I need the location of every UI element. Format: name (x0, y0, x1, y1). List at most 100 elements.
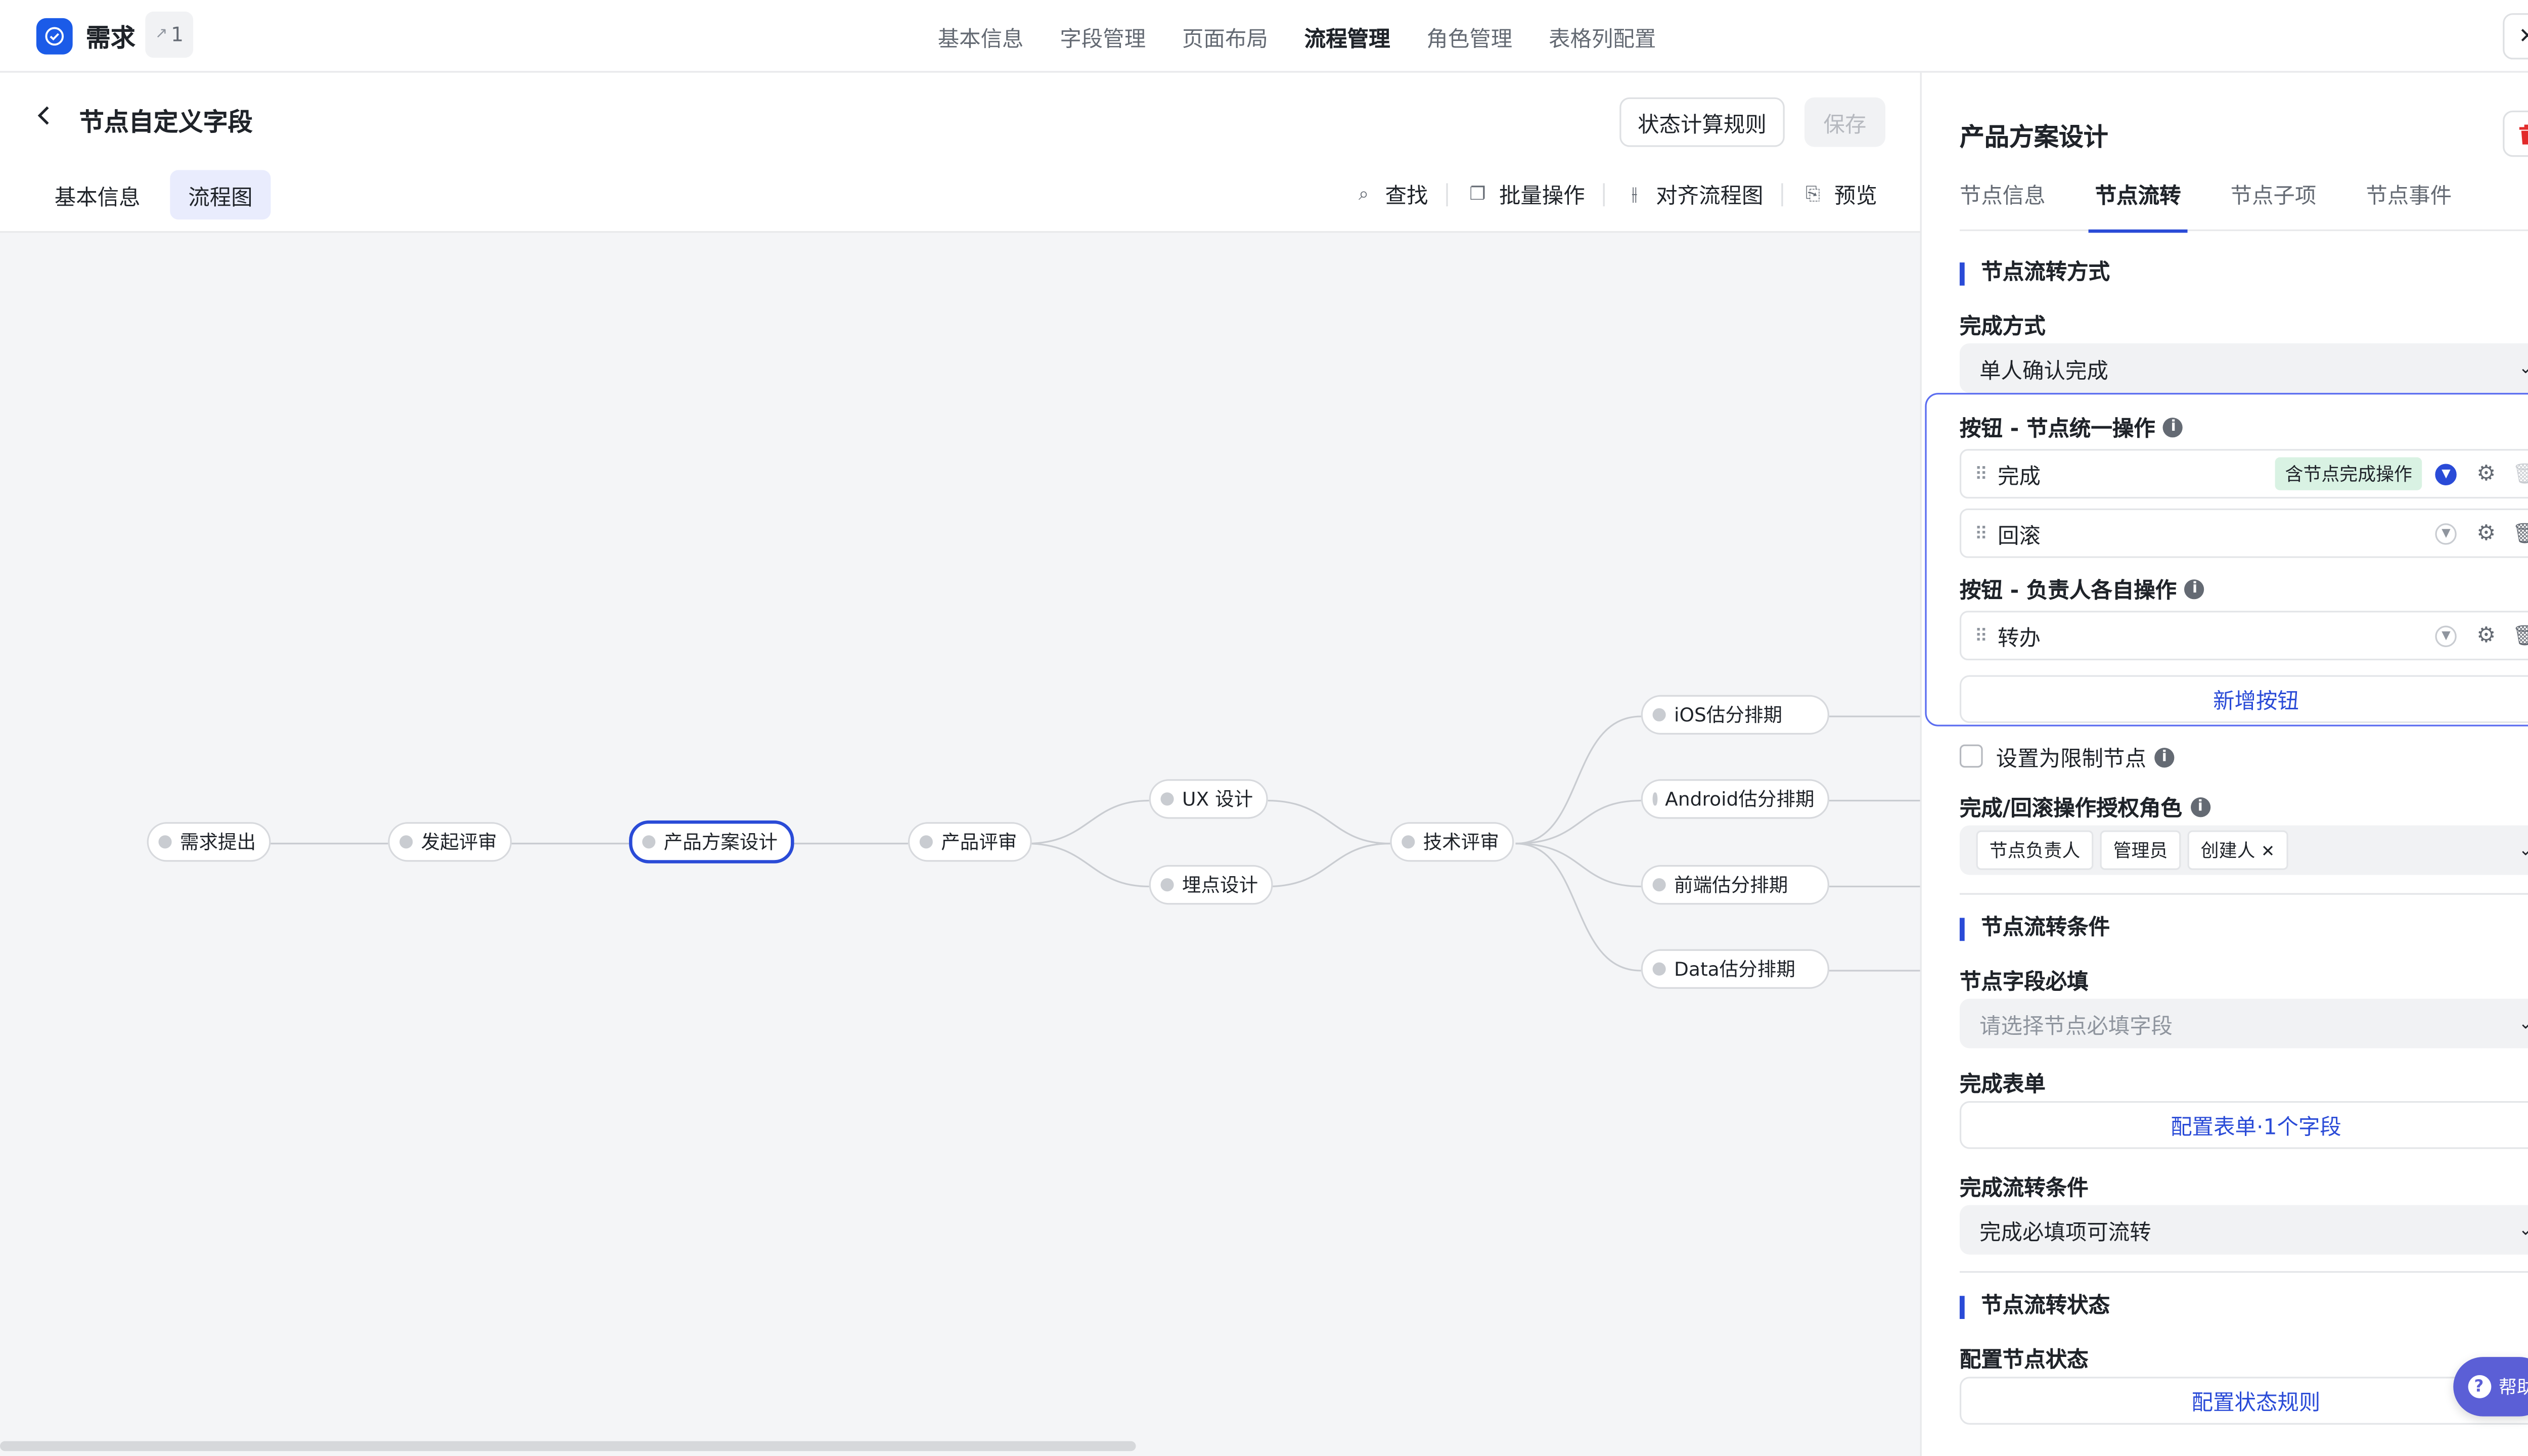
node-dot (1652, 708, 1666, 721)
role-chip-label: 创建人 (2200, 840, 2255, 862)
close-button[interactable]: ✕ (2503, 13, 2528, 60)
roles-label: 完成/回滚操作授权角色 (1959, 797, 2182, 823)
info-icon: i (2185, 578, 2205, 599)
subtab-basic[interactable]: 基本信息 (36, 170, 159, 219)
close-icon: ✕ (2518, 24, 2528, 49)
align-label: 对齐流程图 (1656, 185, 1764, 210)
top-tab-layout[interactable]: 页面布局 (1182, 21, 1268, 52)
drag-handle-icon[interactable]: ⠿ (1974, 625, 1998, 646)
top-tab-fields[interactable]: 字段管理 (1060, 21, 1146, 52)
gear-icon[interactable]: ⚙ (2476, 462, 2496, 486)
node-dot (1652, 962, 1666, 976)
role-chip: 节点负责人 (1976, 830, 2094, 870)
button-row-transfer[interactable]: ⠿ 转办 ▼ ⚙ 🗑 (1959, 611, 2528, 661)
gear-icon[interactable]: ⚙ (2476, 521, 2496, 545)
flow-node[interactable]: 技术评审 (1390, 822, 1514, 862)
flow-node[interactable]: 埋点设计 (1149, 865, 1273, 905)
status-rule-button[interactable]: 状态计算规则 (1619, 97, 1785, 147)
node-label: 技术评审 (1423, 830, 1499, 854)
find-tool[interactable]: ⌕ 查找 (1334, 178, 1446, 210)
top-tab-table-columns[interactable]: 表格列配置 (1549, 21, 1656, 52)
flow-node[interactable]: 发起评审 (388, 822, 512, 862)
trash-icon[interactable]: 🗑 (2512, 462, 2528, 485)
flow-node[interactable]: 前端估分排期 (1641, 865, 1829, 905)
batch-tool[interactable]: ❐ 批量操作 (1448, 178, 1603, 209)
section-divider (1959, 893, 2528, 895)
node-label: UX 设计 (1182, 787, 1253, 811)
horizontal-scrollbar[interactable] (0, 1441, 1136, 1451)
chevron-down-icon[interactable]: ▼ (2435, 522, 2457, 544)
roles-label-row: 完成/回滚操作授权角色 i (1960, 791, 2210, 822)
top-tab-roles[interactable]: 角色管理 (1426, 21, 1512, 52)
flow-node[interactable]: Data估分排期 (1641, 949, 1829, 989)
help-button[interactable]: ? 帮助 (2453, 1357, 2528, 1417)
share-count-value: 1 (171, 23, 184, 47)
chevron-down-icon[interactable]: ▼ (2435, 463, 2457, 485)
section-title-flow-status: 节点流转状态 (1959, 1295, 2110, 1319)
node-label: 埋点设计 (1182, 873, 1258, 897)
preview-icon: ⎘ (1805, 182, 1820, 204)
flow-node[interactable]: Android估分排期 (1641, 779, 1829, 819)
required-fields-select[interactable]: 请选择节点必填字段 ⌄ (1959, 998, 2528, 1049)
delete-node-button[interactable] (2503, 110, 2528, 157)
tab-node-events[interactable]: 节点事件 (2366, 181, 2452, 231)
button-row-complete[interactable]: ⠿ 完成 含节点完成操作 ▼ ⚙ 🗑 (1959, 449, 2528, 499)
add-button[interactable]: 新增按钮 (1959, 675, 2528, 723)
node-dot (642, 835, 656, 849)
flow-node[interactable]: 需求提出 (147, 822, 271, 862)
back-icon[interactable] (36, 106, 63, 135)
node-dot (1652, 792, 1657, 806)
complete-mode-value: 单人确认完成 (1979, 359, 2108, 384)
copy-icon: ❐ (1469, 183, 1486, 205)
align-tool[interactable]: ⫲ 对齐流程图 (1605, 178, 1781, 210)
top-tab-basic[interactable]: 基本信息 (938, 21, 1024, 52)
complete-form-label: 完成表单 (1959, 1073, 2046, 1098)
required-fields-placeholder: 请选择节点必填字段 (1979, 1014, 2173, 1039)
trash-icon[interactable]: 🗑 (2512, 624, 2528, 647)
flow-node[interactable]: iOS估分排期 (1641, 695, 1829, 735)
flow-node-selected[interactable]: 产品方案设计 (629, 820, 794, 863)
node-label: 产品方案设计 (663, 830, 778, 854)
preview-tool[interactable]: ⎘ 预览 (1783, 178, 1895, 210)
complete-mode-select[interactable]: 单人确认完成 ⌄ (1959, 343, 2528, 393)
button-row-label: 完成 (1998, 465, 2041, 490)
save-button[interactable]: 保存 (1804, 97, 1885, 147)
flow-node[interactable]: UX 设计 (1149, 779, 1268, 819)
tab-node-subitems[interactable]: 节点子项 (2231, 181, 2317, 231)
button-row-label: 转办 (1998, 626, 2041, 652)
help-label: 帮助 (2499, 1377, 2528, 1398)
section-title-flow-conditions: 节点流转条件 (1959, 917, 2110, 941)
flow-condition-label: 完成流转条件 (1959, 1177, 2089, 1202)
roles-select[interactable]: 节点负责人 管理员 创建人 ✕ ⌄ (1959, 825, 2528, 875)
drag-handle-icon[interactable]: ⠿ (1974, 522, 1998, 543)
flow-node[interactable]: 产品评审 (908, 822, 1032, 862)
configure-status-button[interactable]: 配置状态规则 (1959, 1377, 2528, 1425)
flow-condition-value: 完成必填项可流转 (1979, 1220, 2151, 1246)
preview-label: 预览 (1834, 185, 1877, 210)
chevron-down-icon: ⌄ (2519, 1221, 2528, 1239)
node-label: iOS估分排期 (1674, 703, 1783, 726)
trash-icon[interactable]: 🗑 (2512, 522, 2528, 545)
unified-ops-label-row: 按钮 - 节点统一操作 i (1960, 411, 2184, 442)
restrict-node-checkbox[interactable] (1959, 744, 1983, 768)
share-icon: ↗ (155, 26, 168, 43)
tab-node-info[interactable]: 节点信息 (1960, 181, 2046, 231)
chevron-down-icon: ⌄ (2519, 1015, 2528, 1033)
required-fields-label: 节点字段必填 (1959, 970, 2089, 995)
role-chip: 创建人 ✕ (2187, 830, 2288, 870)
flow-condition-select[interactable]: 完成必填项可流转 ⌄ (1959, 1205, 2528, 1255)
restrict-node-label-row: 设置为限制节点 i (1996, 741, 2175, 772)
find-icon: ⌕ (1359, 182, 1369, 204)
panel-title: 产品方案设计 (1959, 122, 2108, 152)
button-row-rollback[interactable]: ⠿ 回滚 ▼ ⚙ 🗑 (1959, 508, 2528, 558)
top-tab-flow[interactable]: 流程管理 (1304, 21, 1390, 52)
chevron-down-icon[interactable]: ▼ (2435, 624, 2457, 647)
drag-handle-icon[interactable]: ⠿ (1974, 463, 1998, 484)
gear-icon[interactable]: ⚙ (2476, 623, 2496, 648)
close-icon[interactable]: ✕ (2261, 844, 2275, 862)
app-title: 需求 (85, 23, 136, 53)
share-count[interactable]: ↗ 1 (145, 11, 194, 58)
subtab-flowchart[interactable]: 流程图 (170, 170, 271, 220)
configure-form-button[interactable]: 配置表单·1个字段 (1959, 1101, 2528, 1149)
tab-node-flow[interactable]: 节点流转 (2088, 181, 2188, 233)
